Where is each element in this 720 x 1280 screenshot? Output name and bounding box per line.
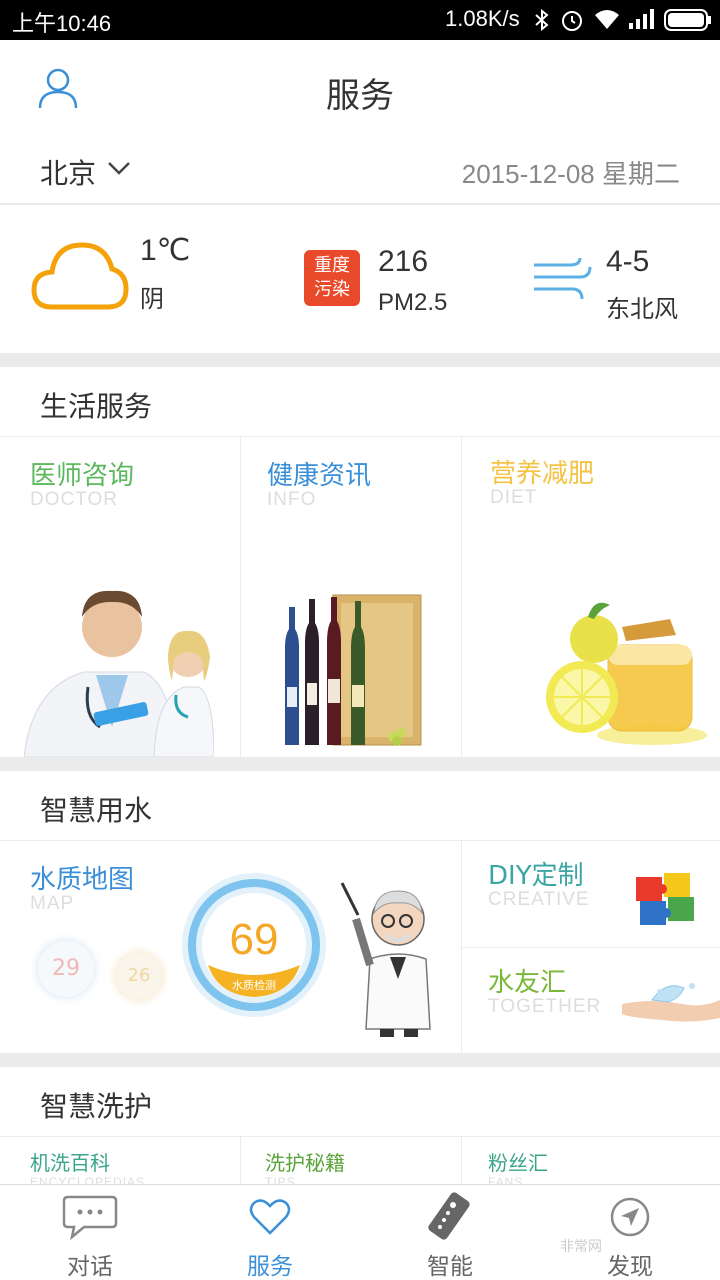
watermark: 非常网 (560, 1238, 602, 1254)
card-subtitle: DOCTOR (30, 489, 118, 510)
smart-water-section: 智慧用水 水质地图 MAP 29 26 69 水质检测 DIY定制 CREATI… (0, 771, 720, 1053)
tab-label: 智能 (427, 1254, 473, 1280)
smart-wash-section: 智慧洗护 机洗百科 ENCYCLOPEDIAS 洗护秘籍 TIPS 粉丝汇 FA… (0, 1067, 720, 1185)
card-subtitle: MAP (30, 893, 75, 914)
status-bar: 上午10:46 1.08K/s (0, 0, 720, 40)
chat-bubble-icon (62, 1195, 118, 1241)
city-selector[interactable]: 北京 (40, 152, 96, 192)
bubble-value: 26 (127, 965, 151, 986)
page-title: 服务 (326, 76, 394, 116)
water-score-label: 水质检测 (232, 979, 276, 992)
weather-condition: 阴 (140, 285, 164, 313)
section-title: 智慧用水 (40, 794, 153, 827)
wash-encyclopedia-card[interactable]: 机洗百科 ENCYCLOPEDIAS (0, 1137, 240, 1185)
health-info-card[interactable]: 健康资讯 INFO (241, 437, 461, 757)
section-title: 生活服务 (40, 390, 153, 423)
doctor-consult-card[interactable]: 医师咨询 DOCTOR (0, 437, 240, 757)
wine-bottles-image (285, 594, 422, 746)
alarm-icon (562, 11, 582, 31)
status-time: 上午10:46 (12, 11, 112, 36)
chevron-down-icon[interactable] (106, 158, 132, 178)
current-date: 2015-12-08 星期二 (461, 159, 680, 189)
card-subtitle: CREATIVE (488, 889, 590, 910)
location-row: 北京 2015-12-08 星期二 (0, 140, 720, 204)
diy-custom-card[interactable]: DIY定制 CREATIVE (462, 841, 720, 946)
tab-smart[interactable]: 智能 (360, 1185, 540, 1280)
app-header: 服务 (0, 40, 720, 140)
temperature: 1℃ (140, 234, 191, 267)
card-subtitle: INFO (267, 489, 317, 510)
battery-icon (664, 9, 711, 31)
signal-icon (629, 9, 654, 29)
tab-label: 对话 (67, 1254, 113, 1280)
map-bubble: 26 (116, 953, 162, 999)
life-services-section: 生活服务 医师咨询 DOCTOR 健康资讯 INFO 营养减肥 DIET (0, 367, 720, 757)
water-friends-card[interactable]: 水友汇 TOGETHER (462, 948, 720, 1053)
bubble-value: 29 (52, 956, 80, 981)
card-title: 营养减肥 (490, 459, 595, 489)
card-title: 医师咨询 (30, 461, 135, 491)
fans-club-card[interactable]: 粉丝汇 FANS (462, 1137, 720, 1185)
card-title: 粉丝汇 (488, 1151, 548, 1175)
tab-discover[interactable]: 发现 (540, 1185, 720, 1280)
card-title: 洗护秘籍 (265, 1151, 345, 1175)
pollution-badge: 重度 污染 (304, 250, 360, 306)
heart-icon (249, 1199, 291, 1235)
wifi-icon (595, 10, 619, 29)
pm25-label: PM2.5 (378, 289, 448, 316)
bottom-tab-bar: 对话 服务 智能 发现 (0, 1184, 720, 1280)
pm25-value: 216 (378, 245, 429, 278)
card-title: 机洗百科 (30, 1151, 110, 1175)
map-bubble: 29 (38, 941, 94, 997)
bluetooth-icon (535, 8, 549, 32)
weather-panel[interactable]: 1℃ 阴 重度 污染 216 PM2.5 4-5 东北风 (0, 205, 720, 353)
wind-level: 4-5 (606, 245, 650, 278)
pollution-badge-line2: 污染 (314, 279, 350, 300)
hand-water-icon (622, 983, 720, 1022)
card-title: 健康资讯 (267, 461, 372, 491)
compass-icon (610, 1197, 650, 1237)
network-speed: 1.08K/s (445, 6, 520, 31)
lemon-honey-image (546, 602, 707, 745)
wash-tips-card[interactable]: 洗护秘籍 TIPS (241, 1137, 461, 1185)
card-subtitle: DIET (490, 487, 538, 508)
tab-service[interactable]: 服务 (180, 1185, 360, 1280)
water-score: 69 (229, 915, 279, 964)
card-title: 水友汇 (488, 968, 567, 998)
puzzle-icon (636, 873, 694, 925)
professor-illustration (340, 882, 431, 1037)
card-title: 水质地图 (30, 865, 135, 895)
wind-direction: 东北风 (606, 295, 678, 323)
card-title: DIY定制 (488, 861, 584, 891)
remote-control-icon (428, 1192, 470, 1240)
nutrition-diet-card[interactable]: 营养减肥 DIET (462, 437, 720, 757)
pollution-badge-line1: 重度 (314, 255, 350, 276)
wind-icon (534, 257, 592, 300)
doctors-image (24, 590, 214, 757)
cloud-icon (31, 242, 129, 310)
card-subtitle: TOGETHER (488, 996, 602, 1017)
section-title: 智慧洗护 (40, 1090, 153, 1123)
water-quality-map-card[interactable]: 水质地图 MAP 29 26 69 水质检测 (0, 841, 461, 1053)
tab-chat[interactable]: 对话 (0, 1185, 180, 1280)
tab-label: 服务 (247, 1254, 293, 1280)
